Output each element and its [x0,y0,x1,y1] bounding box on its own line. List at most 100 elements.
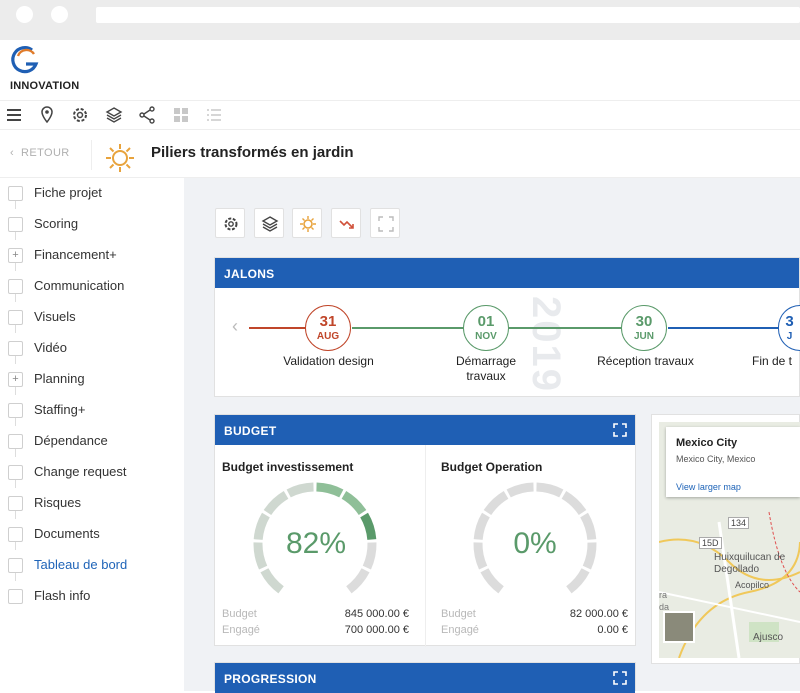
location-pin-icon[interactable] [37,105,57,125]
layers-icon[interactable] [104,105,124,125]
grid-icon[interactable] [171,105,191,125]
milestone-badge[interactable]: 30 JUN [621,305,667,351]
tree-connector [15,294,16,302]
sidebar-item-label: Documents [34,526,100,541]
invest-title: Budget investissement [222,460,354,474]
jalons-header: JALONS [215,258,799,288]
tree-connector [15,449,16,457]
sidebar-item-label: Communication [34,278,125,293]
sidebar-item[interactable]: Documents [0,519,184,550]
checkbox-icon [8,217,23,232]
sidebar-item[interactable]: Staffing+ [0,395,184,426]
checkbox-icon [8,589,23,604]
sidebar-item-label: Flash info [34,588,91,603]
menu-icon[interactable] [4,105,24,125]
list-icon[interactable] [204,105,224,125]
chevron-left-icon[interactable]: ‹ [232,316,238,337]
sidebar-item[interactable]: Tableau de bord [0,550,184,581]
brand-logo[interactable]: INNOVATION [8,44,98,96]
sidebar-item[interactable]: Fiche projet [0,178,184,209]
sidebar-item[interactable]: Flash info [0,581,184,612]
milestone-label: Fin de t [752,354,793,368]
gauge-segment [566,568,590,594]
divider [91,140,92,170]
tree-connector [15,356,16,364]
checkbox-icon [8,434,23,449]
tree-connector [15,232,16,240]
page-header: ‹ RETOUR Piliers transformés en jardin [0,130,800,178]
gear-icon[interactable] [70,105,90,125]
tree-connector [15,387,16,395]
sidebar-item-label: Fiche projet [34,185,102,200]
layers-icon [261,216,279,232]
checkbox-icon [8,310,23,325]
gauge-segment [263,491,289,516]
brand-name: INNOVATION [10,80,80,92]
fullscreen-button[interactable] [370,208,400,238]
milestone-badge[interactable]: 31 AUG [305,305,351,351]
operation-percent: 0% [513,527,557,560]
milestone-day: 3 [785,313,794,330]
logo-g-icon [11,46,39,74]
weather-button[interactable] [292,208,322,238]
gauge-segment [341,491,367,516]
checkbox-icon [8,186,23,201]
sidebar-item[interactable]: Change request [0,457,184,488]
sidebar-item[interactable]: + Planning [0,364,184,395]
checkbox-icon [8,341,23,356]
map-address: Mexico City, Mexico [676,454,756,464]
sidebar-item[interactable]: Visuels [0,302,184,333]
map-label: 134 [728,517,750,529]
tree-connector [15,325,16,333]
checkbox-icon [8,558,23,573]
window-dot[interactable] [51,6,68,23]
milestone-day: 01 [477,313,495,330]
gauge-segment [480,568,504,594]
view-larger-map-link[interactable]: View larger map [676,482,741,492]
window-dot[interactable] [16,6,33,23]
expand-icon[interactable] [613,671,627,685]
milestone-month: NOV [475,331,497,342]
expand-icon[interactable] [613,423,627,437]
tree-connector [15,480,16,488]
top-toolbar [0,100,800,130]
map-label: Ajusco [753,632,784,643]
trend-down-icon [339,220,354,229]
tree-connector [15,263,16,271]
checkbox-icon [8,403,23,418]
expand-icon: + [8,372,23,387]
sidebar-item[interactable]: + Financement+ [0,240,184,271]
divider [425,445,426,647]
checkbox-icon [8,527,23,542]
gauge-segment [561,491,587,516]
invest-percent: 82% [285,527,347,560]
trend-button[interactable] [331,208,361,238]
milestone-badge[interactable]: 01 NOV [463,305,509,351]
sidebar-item-label: Change request [34,464,127,479]
tree-connector [15,542,16,550]
sidebar-item-label: Scoring [34,216,79,231]
sidebar-item-label: Planning [34,371,85,386]
map-label: ra [659,590,668,600]
invest-budget-row: Budget 845 000.00 € [222,608,409,620]
share-icon[interactable] [137,105,157,125]
checkbox-icon [8,279,23,294]
back-button[interactable]: ‹ RETOUR [10,147,70,159]
address-bar[interactable] [96,7,800,23]
settings-button[interactable] [215,208,245,238]
operation-budget-row: Budget 82 000.00 € [441,608,628,620]
sidebar-item[interactable]: Risques [0,488,184,519]
sun-icon [300,216,316,232]
milestone-month: J [786,331,793,342]
sidebar-item[interactable]: Communication [0,271,184,302]
sidebar-item[interactable]: Scoring [0,209,184,240]
tree-connector [15,418,16,426]
sidebar-item[interactable]: Vidéo [0,333,184,364]
browser-chrome [0,0,800,40]
layers-button[interactable] [254,208,284,238]
milestone-label: Démarrage travaux [455,354,517,383]
milestone-day: 30 [635,313,653,330]
sidebar-item-label: Tableau de bord [34,557,128,572]
tree-connector [15,201,16,209]
sidebar-item[interactable]: Dépendance [0,426,184,457]
